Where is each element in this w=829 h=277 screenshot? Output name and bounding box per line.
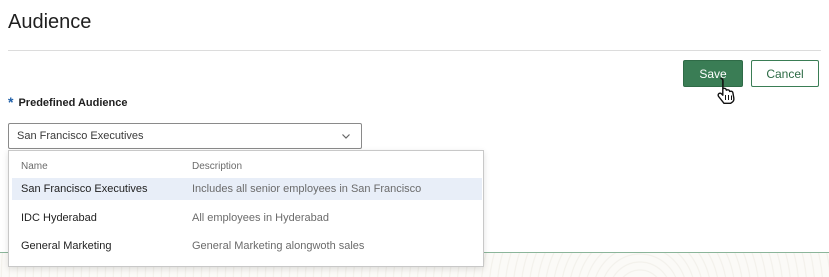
option-name: San Francisco Executives — [21, 183, 148, 195]
cancel-button[interactable]: Cancel — [751, 60, 819, 87]
page-title: Audience — [8, 11, 92, 33]
option-name: IDC Hyderabad — [21, 212, 97, 224]
dropdown-option[interactable]: General Marketing General Marketing alon… — [12, 235, 482, 257]
option-description: General Marketing alongwoth sales — [192, 240, 365, 252]
option-description: Includes all senior employees in San Fra… — [192, 183, 422, 195]
field-label-text: Predefined Audience — [18, 97, 128, 109]
dropdown-header: Name Description — [9, 159, 483, 175]
chevron-down-icon[interactable] — [341, 131, 351, 141]
title-divider — [8, 50, 821, 51]
audience-select[interactable]: San Francisco Executives — [8, 123, 362, 149]
dropdown-option[interactable]: San Francisco Executives Includes all se… — [12, 178, 482, 200]
required-indicator: * — [8, 94, 14, 110]
dropdown-option[interactable]: IDC Hyderabad All employees in Hyderabad — [12, 207, 482, 229]
audience-dropdown-list: Name Description San Francisco Executive… — [8, 150, 484, 267]
field-label: * Predefined Audience — [8, 94, 128, 110]
option-description: All employees in Hyderabad — [192, 212, 329, 224]
column-header-name: Name — [21, 161, 48, 172]
column-header-description: Description — [192, 161, 243, 172]
hand-pointer-icon — [717, 77, 735, 104]
audience-select-value: San Francisco Executives — [17, 130, 144, 142]
option-name: General Marketing — [21, 240, 112, 252]
